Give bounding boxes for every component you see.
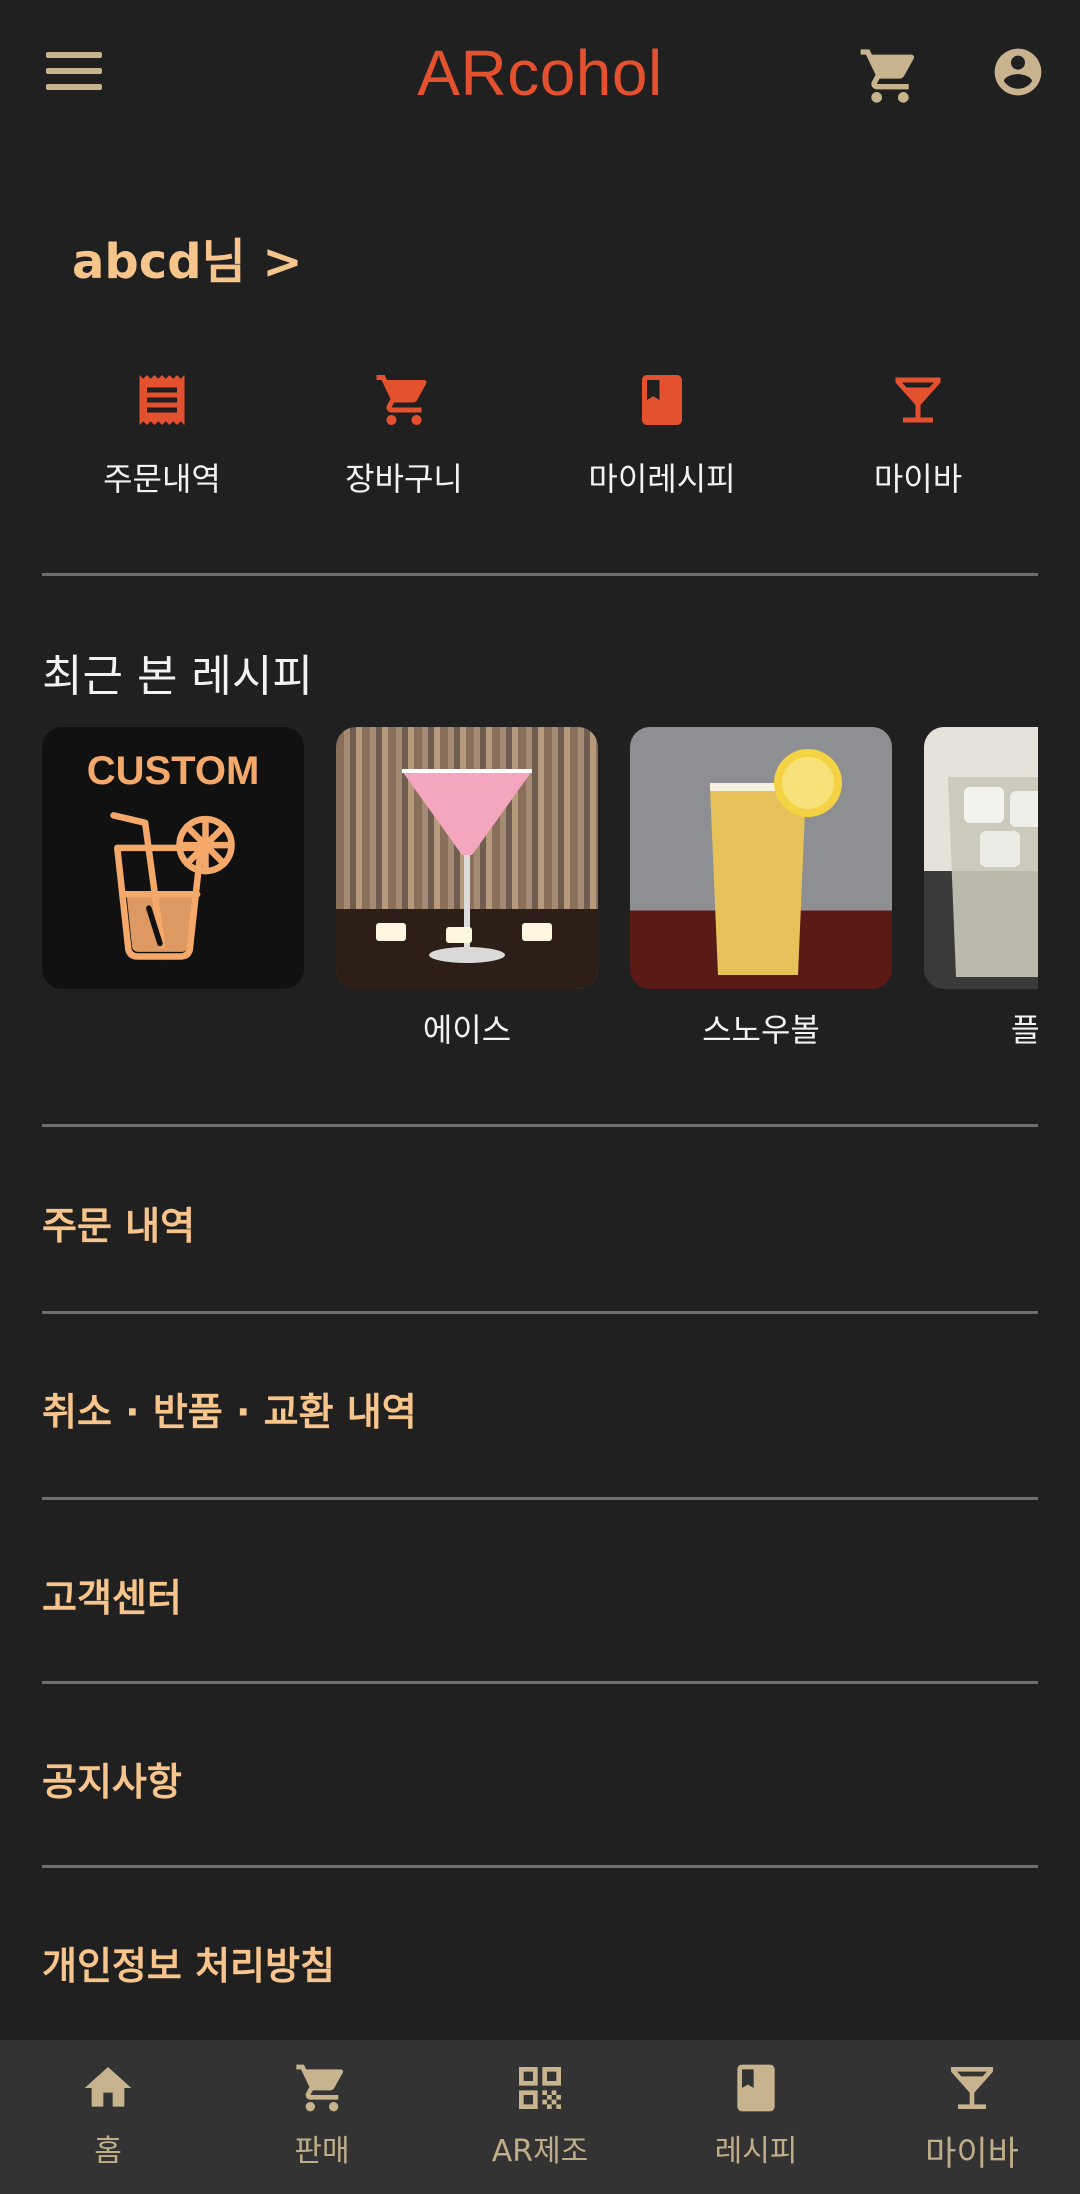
- home-icon: [80, 2060, 136, 2116]
- nav-label: 홈: [94, 2134, 122, 2169]
- divider: [42, 1681, 1038, 1684]
- cart-icon: [374, 370, 434, 430]
- recipe-card-label: 플라잉: [1010, 1011, 1038, 1047]
- pink-martini-photo: [336, 727, 598, 989]
- nav-recipes[interactable]: 레시피: [656, 2060, 856, 2170]
- top-app-bar: ARcohol: [0, 0, 1080, 150]
- custom-recipe-image: CUSTOM: [42, 727, 304, 989]
- receipt-icon: [132, 370, 192, 430]
- menu-notices[interactable]: 공지사항: [42, 1751, 182, 1806]
- menu-customer-center[interactable]: 고객센터: [42, 1567, 182, 1622]
- bottom-navigation: 홈 판매 AR제조 레시피 마이바: [0, 2040, 1080, 2194]
- menu-cancel-return-exchange[interactable]: 취소 · 반품 · 교환 내역: [42, 1381, 417, 1436]
- nav-ar-make[interactable]: AR제조: [440, 2060, 640, 2170]
- shortcut-label: 주문내역: [103, 460, 221, 498]
- recipe-card-ace[interactable]: 에이스: [336, 727, 598, 1047]
- recipe-card-label: 스노우볼: [702, 1011, 820, 1047]
- recipe-card-flying[interactable]: 플라잉: [924, 727, 1038, 1047]
- menu-orders[interactable]: 주문 내역: [42, 1195, 195, 1250]
- recipe-card-label: 에이스: [422, 1011, 512, 1047]
- divider: [42, 1311, 1038, 1314]
- book-icon: [632, 370, 692, 430]
- recipe-card-snowball[interactable]: 스노우볼: [630, 727, 892, 1047]
- book-icon: [728, 2060, 784, 2116]
- cocktail-glass-icon: [944, 2060, 1000, 2116]
- divider: [42, 1124, 1038, 1127]
- shortcut-row: 주문내역 장바구니 마이레시피 마이바: [42, 360, 1038, 520]
- nav-label: 마이바: [925, 2134, 1019, 2174]
- user-greeting-link[interactable]: abcd님 >: [72, 222, 303, 292]
- shortcut-my-bar[interactable]: 마이바: [798, 360, 1038, 500]
- yellow-lemon-drink-photo: [630, 727, 892, 989]
- recent-recipes-carousel[interactable]: CUSTOM 에이스 스노우볼 플: [42, 727, 1038, 1047]
- cocktail-glass-icon: [110, 812, 235, 960]
- my-page-screen: ARcohol abcd님 > 주문내역 장바구니 마이레시피 마이바 최근 본…: [0, 0, 1080, 2194]
- qr-code-icon: [512, 2060, 568, 2116]
- recent-recipes-title: 최근 본 레시피: [42, 651, 313, 702]
- shortcut-my-recipes[interactable]: 마이레시피: [542, 360, 782, 500]
- nav-my-bar[interactable]: 마이바: [872, 2060, 1072, 2175]
- divider: [42, 573, 1038, 576]
- menu-privacy-policy[interactable]: 개인정보 처리방침: [42, 1935, 335, 1990]
- nav-sales[interactable]: 판매: [222, 2060, 422, 2170]
- recipe-card-custom[interactable]: CUSTOM: [42, 727, 304, 1005]
- nav-home[interactable]: 홈: [8, 2060, 208, 2170]
- shortcut-orders[interactable]: 주문내역: [42, 360, 282, 500]
- cart-icon: [294, 2060, 350, 2116]
- account-circle-icon[interactable]: [990, 44, 1046, 100]
- divider: [42, 1497, 1038, 1500]
- shortcut-label: 마이바: [873, 460, 963, 498]
- nav-label: AR제조: [491, 2134, 589, 2169]
- nav-label: 판매: [294, 2134, 350, 2169]
- clear-ice-drink-photo: [924, 727, 1038, 989]
- nav-label: 레시피: [714, 2134, 798, 2169]
- divider: [42, 1865, 1038, 1868]
- cart-icon[interactable]: [858, 44, 922, 108]
- shortcut-label: 장바구니: [345, 460, 463, 498]
- custom-badge-text: CUSTOM: [86, 749, 260, 793]
- shortcut-cart[interactable]: 장바구니: [284, 360, 524, 500]
- cocktail-glass-icon: [888, 370, 948, 430]
- shortcut-label: 마이레시피: [588, 460, 736, 498]
